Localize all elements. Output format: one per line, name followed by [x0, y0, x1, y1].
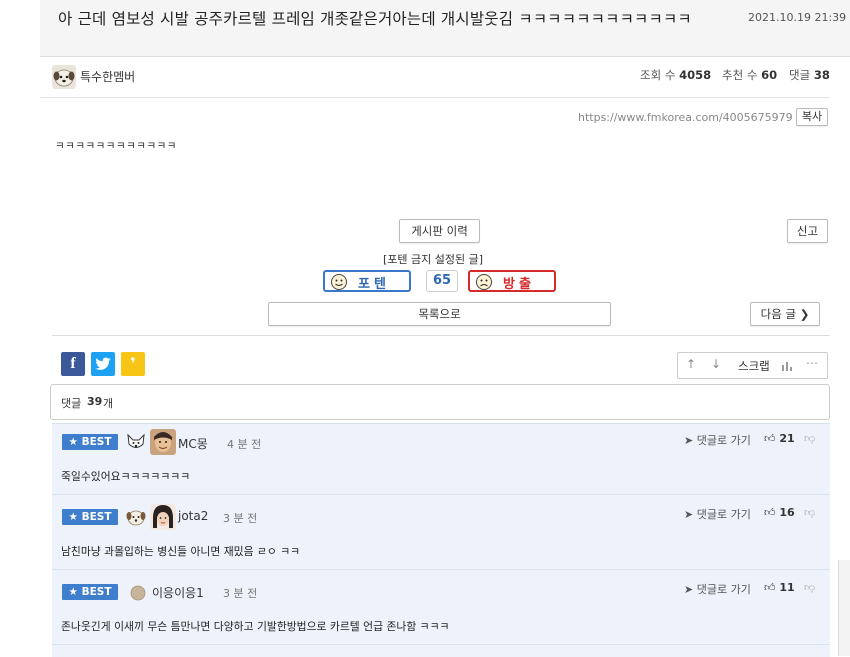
comment-item: ★ BEST MC몽 4 분 전 ➤ 댓글로 가기 👍︎ 21 👎︎ 죽일수있어…: [52, 423, 830, 494]
thumbs-up-icon: 👍︎: [764, 432, 776, 445]
twitter-share-button[interactable]: [91, 352, 115, 376]
arrow-down-icon[interactable]: ↓: [711, 357, 721, 371]
smile-face-icon: [331, 274, 347, 290]
comment-count-unit: 개: [103, 397, 114, 410]
vote-count: 65: [426, 270, 458, 292]
go-to-reply-link[interactable]: ➤ 댓글로 가기: [684, 581, 751, 597]
downvote-label: 방출: [503, 277, 535, 292]
thumbs-up-icon: 👍︎: [764, 506, 776, 519]
dog-emblem-icon: [127, 433, 145, 448]
upvote-label: 포텐: [358, 277, 390, 292]
thumbs-up-icon: 👍︎: [764, 581, 776, 594]
back-to-list-button[interactable]: 목록으로: [268, 302, 611, 326]
twitter-icon: [95, 357, 111, 370]
send-icon: ➤: [684, 434, 694, 447]
recommend-count: 60: [761, 68, 778, 82]
like-count: 21: [779, 432, 795, 445]
like-button[interactable]: 👍︎ 11: [764, 581, 795, 594]
next-post-label: 다음 글: [760, 307, 797, 321]
comment-count-bar: 댓글 39 개: [50, 384, 830, 420]
chevron-right-icon: ❯: [799, 307, 810, 321]
best-badge: ★ BEST: [62, 584, 118, 600]
next-post-button[interactable]: 다음 글 ❯: [750, 302, 820, 326]
comments-stat: 댓글 38: [789, 67, 830, 83]
post-body: ㅋㅋㅋㅋㅋㅋㅋㅋㅋㅋㅋㅋ: [55, 140, 177, 152]
star-icon: ★: [68, 436, 78, 448]
comment-author[interactable]: 이응이응1: [152, 584, 204, 601]
reply-link-label: 댓글로 가기: [696, 434, 751, 447]
comment-text: 남친마냥 과몰입하는 병신들 아니면 재밌음 ㄹㅇ ㅋㅋ: [61, 545, 301, 558]
post-toolbar: ↑ ↓ 스크랩 ⋯: [677, 352, 828, 379]
like-button[interactable]: 👍︎ 21: [764, 432, 795, 445]
scrap-button[interactable]: 스크랩: [738, 358, 770, 374]
chart-icon[interactable]: [781, 361, 793, 371]
comment-count-label: 댓글: [61, 397, 82, 410]
dog-emblem-icon: [126, 510, 146, 526]
recommend-stat: 추천 수 60: [722, 67, 777, 83]
comment-text: 죽일수있어요ㅋㅋㅋㅋㅋㅋㅋ: [61, 470, 191, 483]
post-url[interactable]: https://www.fmkorea.com/4005675979: [578, 111, 793, 124]
divider: [40, 97, 830, 98]
go-to-reply-link[interactable]: ➤ 댓글로 가기: [684, 432, 751, 448]
user-avatar[interactable]: [150, 429, 176, 455]
like-count: 11: [779, 581, 795, 594]
comment-count-value: 39: [87, 395, 103, 408]
kakaostory-icon: ❜: [130, 354, 136, 373]
star-icon: ★: [68, 586, 78, 598]
downvote-button[interactable]: 방출: [468, 270, 556, 292]
thumbs-down-icon[interactable]: 👎︎: [804, 506, 815, 519]
comment-author[interactable]: MC몽: [178, 435, 208, 452]
default-avatar-icon: [130, 585, 146, 601]
potten-ban-notice: [포텐 금지 설정된 글]: [383, 253, 484, 266]
best-label: BEST: [81, 436, 112, 448]
comment-time: 4 분 전: [227, 438, 262, 451]
upvote-button[interactable]: 포텐: [323, 270, 411, 292]
author-name[interactable]: 특수한멤버: [80, 68, 135, 85]
comment-author[interactable]: jota2: [178, 509, 208, 523]
copy-url-button[interactable]: 복사: [796, 108, 828, 126]
like-button[interactable]: 👍︎ 16: [764, 506, 795, 519]
arrow-up-icon[interactable]: ↑: [686, 357, 696, 371]
more-icon[interactable]: ⋯: [806, 356, 818, 370]
comment-time: 3 분 전: [223, 587, 258, 600]
best-badge: ★ BEST: [62, 434, 118, 450]
comments-count: 38: [813, 68, 830, 82]
user-avatar[interactable]: [150, 504, 176, 530]
thumbs-down-icon[interactable]: 👎︎: [804, 581, 815, 594]
recommend-label: 추천 수: [722, 68, 758, 82]
best-label: BEST: [81, 511, 112, 523]
comment-item: ★ BEST 이응이응1 3 분 전 ➤ 댓글로 가기 👍︎ 11 👎︎ 존나웃…: [52, 569, 830, 644]
views-count: 4058: [679, 68, 712, 82]
report-button[interactable]: 신고: [787, 219, 828, 243]
facebook-icon: f: [70, 355, 76, 372]
comment-time: 3 분 전: [223, 512, 258, 525]
comment-text: 존나웃긴게 이새끼 무슨 틈만나면 다양하고 기발한방법으로 카르텔 언급 존나…: [61, 620, 450, 633]
facebook-share-button[interactable]: f: [61, 352, 85, 376]
kakaostory-share-button[interactable]: ❜: [121, 352, 145, 376]
comment-item: [52, 644, 830, 657]
send-icon: ➤: [684, 508, 694, 521]
author-avatar[interactable]: [52, 65, 76, 89]
scroll-widget[interactable]: [838, 560, 850, 656]
views-label: 조회 수: [640, 68, 676, 82]
go-to-reply-link[interactable]: ➤ 댓글로 가기: [684, 506, 751, 522]
thumbs-down-icon[interactable]: 👎︎: [804, 432, 815, 445]
like-count: 16: [779, 506, 795, 519]
best-label: BEST: [81, 586, 112, 598]
best-badge: ★ BEST: [62, 509, 118, 525]
divider: [52, 335, 830, 336]
reply-link-label: 댓글로 가기: [696, 583, 751, 596]
comment-item: ★ BEST jota2 3 분 전 ➤ 댓글로 가기 👍︎ 16 👎︎ 남친마…: [52, 494, 830, 569]
post-title: 아 근데 염보성 시발 공주카르텔 프레임 개좃같은거아는데 개시발웃김 ㅋㅋㅋ…: [58, 10, 692, 28]
sad-face-icon: [476, 274, 492, 290]
views-stat: 조회 수 4058: [640, 67, 711, 83]
reply-link-label: 댓글로 가기: [696, 508, 751, 521]
dog-avatar-icon: [53, 69, 75, 87]
send-icon: ➤: [684, 583, 694, 596]
star-icon: ★: [68, 511, 78, 523]
post-date: 2021.10.19 21:39: [748, 11, 847, 24]
comments-label: 댓글: [789, 68, 811, 82]
board-history-button[interactable]: 게시판 이력: [399, 219, 480, 243]
